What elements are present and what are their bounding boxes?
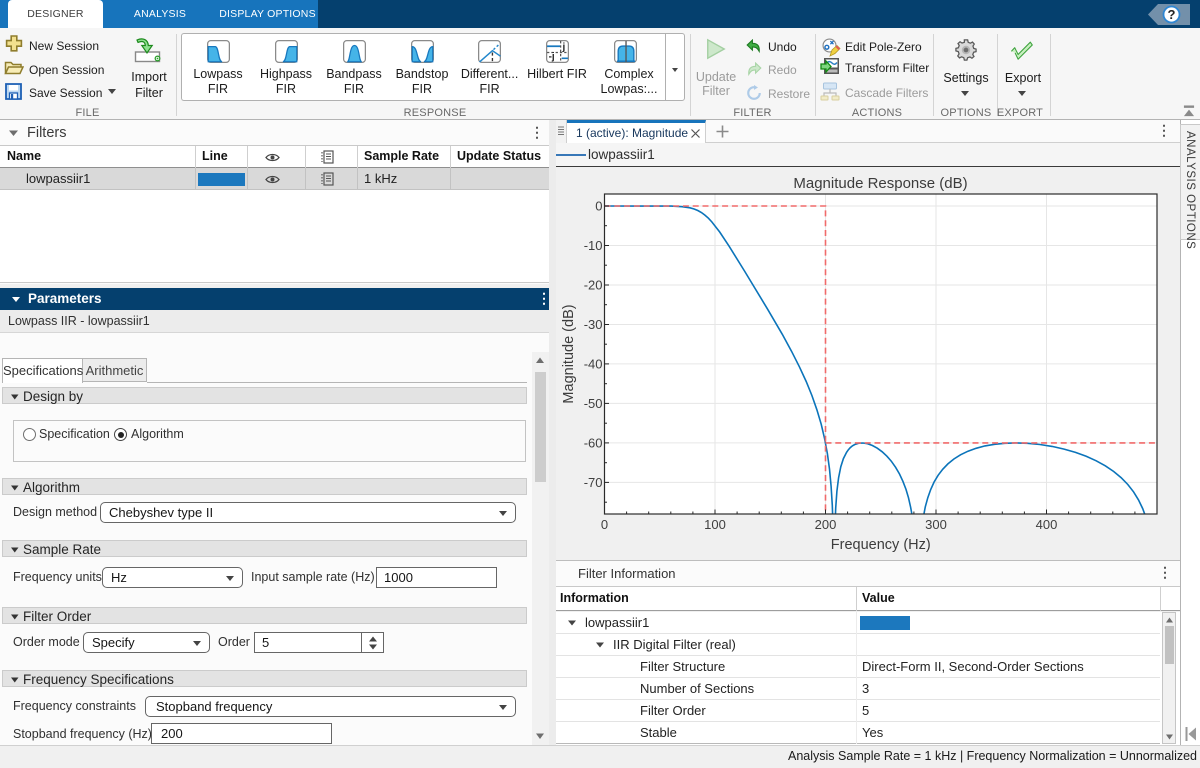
- svg-text:200: 200: [815, 517, 837, 532]
- svg-text:-50: -50: [584, 396, 603, 411]
- svg-text:400: 400: [1036, 517, 1058, 532]
- svg-text:-60: -60: [584, 435, 603, 450]
- svg-text:-20: -20: [584, 278, 603, 293]
- svg-text:0: 0: [595, 199, 602, 214]
- svg-text:Frequency (Hz): Frequency (Hz): [831, 537, 931, 553]
- svg-text:300: 300: [925, 517, 947, 532]
- svg-text:-j: -j: [548, 52, 554, 63]
- svg-text:-30: -30: [584, 317, 603, 332]
- svg-text:0: 0: [601, 517, 608, 532]
- svg-text:-40: -40: [584, 356, 603, 371]
- svg-text:?: ?: [1168, 7, 1176, 22]
- svg-text:-70: -70: [584, 475, 603, 490]
- svg-text:100: 100: [704, 517, 726, 532]
- svg-text:Magnitude Response (dB): Magnitude Response (dB): [793, 175, 967, 192]
- svg-text:j: j: [561, 42, 565, 53]
- svg-text:-10: -10: [584, 238, 603, 253]
- svg-text:Magnitude (dB): Magnitude (dB): [561, 304, 577, 403]
